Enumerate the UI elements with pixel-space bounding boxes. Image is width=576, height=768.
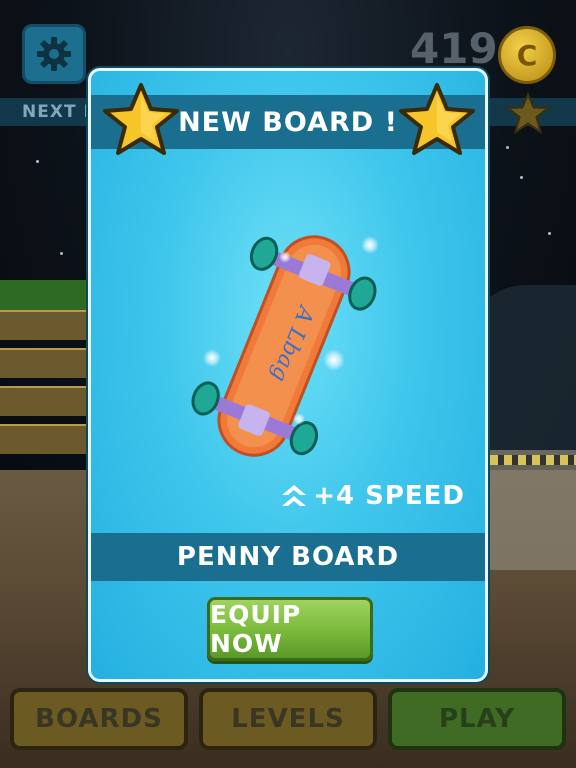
sparkle [361, 236, 379, 254]
board-name-bar: PENNY BOARD [91, 533, 485, 581]
speed-bonus-text: +4 SPEED [313, 481, 465, 511]
sparkle [203, 349, 221, 367]
sky-star [36, 160, 39, 163]
sparkle [293, 413, 305, 425]
sparkle [279, 251, 291, 263]
sky-star [520, 176, 523, 179]
coin-count: 419 [410, 24, 498, 73]
rail [490, 455, 576, 465]
star-icon [399, 83, 475, 155]
equip-now-button[interactable]: EQUIP NOW [207, 597, 373, 661]
sparkle [323, 349, 345, 371]
star-icon [103, 83, 179, 155]
sky-star [506, 146, 509, 149]
boards-button[interactable]: BOARDS [10, 688, 188, 750]
sky-star [60, 252, 63, 255]
popup-title: NEW BOARD ! [178, 106, 398, 138]
coin-icon: C [498, 26, 556, 84]
board-name: PENNY BOARD [176, 542, 400, 572]
star-icon [506, 92, 550, 134]
speed-up-icon [282, 485, 307, 506]
stairs [0, 310, 92, 480]
green-ledge [0, 280, 92, 310]
levels-button[interactable]: LEVELS [199, 688, 377, 750]
road [480, 450, 576, 570]
coin-symbol: C [516, 38, 538, 72]
new-board-popup: NEW BOARD ! A Lbag +4 SPEED PENNY BOARD … [88, 68, 488, 682]
speed-bonus: +4 SPEED [281, 481, 465, 511]
play-button[interactable]: PLAY [388, 688, 566, 750]
settings-button[interactable] [22, 24, 86, 84]
sky-star [548, 232, 551, 235]
gear-icon [37, 37, 71, 71]
